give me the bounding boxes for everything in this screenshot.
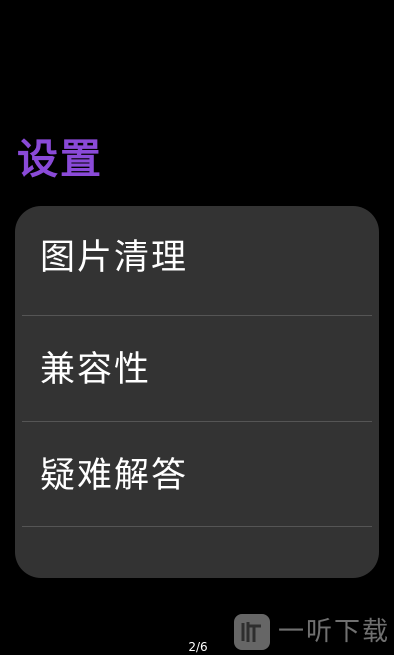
menu-item-about[interactable]: 关于 xyxy=(15,529,379,578)
watermark: 一听下载 xyxy=(232,612,392,652)
page-title: 设置 xyxy=(17,135,103,183)
settings-screen: 设置 图片清理 兼容性 疑难解答 关于 2/6 一听下载 xyxy=(0,0,394,655)
page-indicator: 2/6 xyxy=(188,640,208,654)
menu-divider xyxy=(22,421,372,422)
menu-item-troubleshooting[interactable]: 疑难解答 xyxy=(15,424,379,528)
menu-divider xyxy=(22,526,372,527)
menu-item-compatibility[interactable]: 兼容性 xyxy=(15,318,379,422)
settings-menu-card: 图片清理 兼容性 疑难解答 关于 xyxy=(15,206,379,578)
menu-item-label: 疑难解答 xyxy=(40,456,189,496)
menu-divider xyxy=(22,315,372,316)
menu-item-image-cleanup[interactable]: 图片清理 xyxy=(15,206,379,310)
watermark-text: 一听下载 xyxy=(278,617,391,647)
menu-item-label: 图片清理 xyxy=(40,238,189,278)
yiting-logo-icon xyxy=(234,614,270,650)
menu-item-label: 兼容性 xyxy=(40,350,152,390)
